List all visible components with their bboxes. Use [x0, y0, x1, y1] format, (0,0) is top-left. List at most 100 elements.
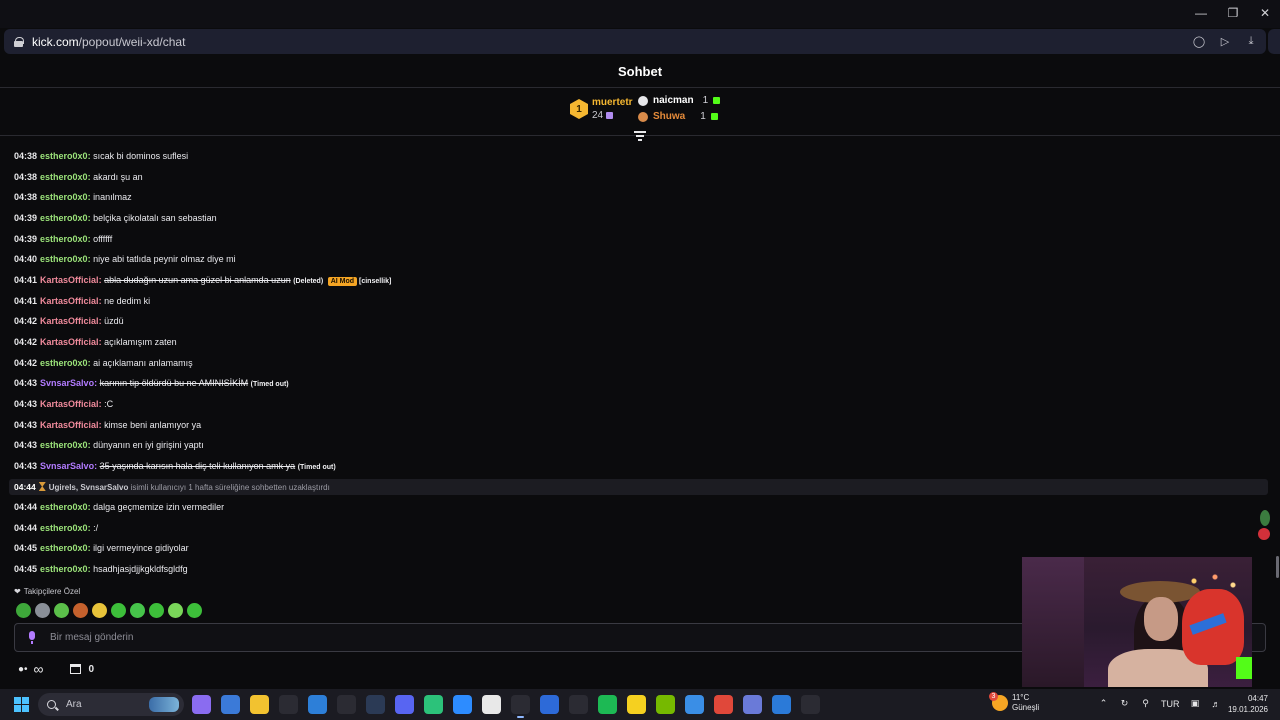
- taskbar-app-icon[interactable]: [569, 695, 588, 714]
- taskbar-app-icon[interactable]: [482, 695, 501, 714]
- send-button[interactable]: [1236, 657, 1252, 679]
- leaderboard-third-name[interactable]: Shuwa: [653, 111, 685, 122]
- volume-icon[interactable]: ♬: [1211, 698, 1222, 709]
- message-username[interactable]: esthero0x0: [40, 564, 88, 574]
- url-text[interactable]: kick.com/popout/weii-xd/chat: [32, 35, 185, 49]
- message-username[interactable]: esthero0x0: [40, 234, 88, 244]
- taskbar-app-icon[interactable]: [801, 695, 820, 714]
- weather-widget[interactable]: 3 11°C Güneşli: [989, 692, 1040, 713]
- sync-icon[interactable]: ↻: [1119, 698, 1130, 709]
- lock-icon[interactable]: [14, 36, 24, 47]
- address-bar[interactable]: kick.com/popout/weii-xd/chat ◯ ▷ ⤓: [4, 29, 1266, 54]
- emote-icon[interactable]: [111, 603, 126, 618]
- taskbar-app-icon[interactable]: [192, 695, 211, 714]
- leaderboard-second[interactable]: naicman 1: [638, 95, 721, 106]
- leaderboard-first[interactable]: 1 muertetr 24: [570, 97, 633, 121]
- taskbar-apps: [192, 695, 820, 718]
- settings-dots-icon[interactable]: ●•: [18, 664, 28, 675]
- taskbar-app-icon[interactable]: [627, 695, 646, 714]
- emote-icon[interactable]: [130, 603, 145, 618]
- message-time: 04:39: [14, 233, 38, 244]
- chat-message: 04:42 esthero0x0: ai açıklamanı anlamamış: [14, 353, 193, 373]
- taskbar-app-icon[interactable]: [656, 695, 675, 714]
- message-username[interactable]: esthero0x0: [40, 502, 88, 512]
- message-username[interactable]: KartasOfficial: [40, 316, 99, 326]
- search-icon: [47, 700, 56, 709]
- leaderboard-first-name[interactable]: muertetr: [592, 97, 633, 108]
- message-username[interactable]: KartasOfficial: [40, 399, 99, 409]
- infinity-icon[interactable]: ∞: [34, 661, 44, 677]
- close-icon[interactable]: ✕: [1256, 4, 1274, 22]
- taskbar-app-icon[interactable]: [453, 695, 472, 714]
- taskbar-app-icon[interactable]: [337, 695, 356, 714]
- taskbar-app-icon[interactable]: [279, 695, 298, 714]
- system-text: isimli kullanıcıyı 1 hafta süreliğine so…: [130, 483, 330, 492]
- emote-icon[interactable]: [149, 603, 164, 618]
- taskbar-app-icon[interactable]: [598, 695, 617, 714]
- microphone-icon[interactable]: [28, 631, 36, 644]
- channel-points[interactable]: 0: [89, 664, 95, 675]
- message-username[interactable]: esthero0x0: [40, 172, 88, 182]
- floating-video-player[interactable]: [1022, 557, 1252, 687]
- chat-input[interactable]: [50, 632, 950, 643]
- chevron-up-icon[interactable]: ⌃: [1098, 698, 1109, 709]
- taskbar-app-icon[interactable]: [250, 695, 269, 714]
- message-text: ilgi vermeyince gidiyolar: [93, 543, 189, 554]
- message-username[interactable]: esthero0x0: [40, 213, 88, 223]
- taskbar-clock[interactable]: 04:47 19.01.2026: [1226, 693, 1268, 715]
- system-names[interactable]: Ugirels, SvnsarSalvo: [49, 483, 129, 492]
- message-username[interactable]: esthero0x0: [40, 192, 88, 202]
- message-text: abla dudağın uzun ama güzel bi anlamda u…: [104, 275, 291, 286]
- play-icon[interactable]: ▷: [1218, 34, 1232, 48]
- chat-message: 04:42 KartasOfficial: üzdü: [14, 311, 124, 331]
- taskbar-app-icon[interactable]: [366, 695, 385, 714]
- collapse-leaderboard-icon[interactable]: [634, 131, 646, 141]
- emote-icon[interactable]: [73, 603, 88, 618]
- chat-header: Sohbet: [0, 56, 1280, 88]
- language-indicator[interactable]: TUR: [1161, 699, 1180, 709]
- emote-icon[interactable]: [187, 603, 202, 618]
- restore-icon[interactable]: ❐: [1224, 4, 1242, 22]
- emote-icon[interactable]: [168, 603, 183, 618]
- weather-desc: Güneşli: [1012, 703, 1040, 712]
- emote-icon[interactable]: [92, 603, 107, 618]
- taskbar-search[interactable]: Ara: [38, 693, 184, 716]
- download-icon[interactable]: ⤓: [1244, 34, 1258, 48]
- sidebar-toggle[interactable]: [1268, 29, 1280, 54]
- message-username[interactable]: KartasOfficial: [40, 275, 99, 285]
- taskbar-app-icon[interactable]: [772, 695, 791, 714]
- message-username[interactable]: SvnsarSalvo: [40, 378, 94, 388]
- taskbar-app-icon[interactable]: [714, 695, 733, 714]
- taskbar-app-icon[interactable]: [685, 695, 704, 714]
- emote-icon[interactable]: [16, 603, 31, 618]
- message-username[interactable]: esthero0x0: [40, 543, 88, 553]
- emote-icon[interactable]: [35, 603, 50, 618]
- message-username[interactable]: KartasOfficial: [40, 420, 99, 430]
- message-text: ne dedim ki: [104, 295, 151, 306]
- message-username[interactable]: esthero0x0: [40, 358, 88, 368]
- scrollbar-thumb[interactable]: [1276, 556, 1279, 578]
- leaderboard-third[interactable]: Shuwa 1: [638, 111, 720, 122]
- message-username[interactable]: KartasOfficial: [40, 337, 99, 347]
- message-username[interactable]: esthero0x0: [40, 151, 88, 161]
- message-username[interactable]: esthero0x0: [40, 440, 88, 450]
- taskbar-app-icon[interactable]: [540, 695, 559, 714]
- store-icon[interactable]: [69, 664, 81, 674]
- message-username[interactable]: esthero0x0: [40, 254, 88, 264]
- taskbar-app-icon[interactable]: [743, 695, 762, 714]
- taskbar-app-icon[interactable]: [395, 695, 414, 714]
- emote-icon[interactable]: [54, 603, 69, 618]
- leaderboard-second-name[interactable]: naicman: [653, 95, 694, 106]
- windows-start-icon[interactable]: [14, 697, 29, 712]
- taskbar-app-icon[interactable]: [511, 695, 530, 718]
- message-username[interactable]: SvnsarSalvo: [40, 461, 94, 471]
- taskbar-app-icon[interactable]: [424, 695, 443, 714]
- minimize-icon[interactable]: —: [1192, 4, 1210, 22]
- microphone-tray-icon[interactable]: ⚲: [1140, 698, 1151, 709]
- monitor-icon[interactable]: ▣: [1190, 698, 1201, 709]
- message-username[interactable]: esthero0x0: [40, 523, 88, 533]
- taskbar-app-icon[interactable]: [308, 695, 327, 714]
- message-username[interactable]: KartasOfficial: [40, 296, 99, 306]
- shield-icon[interactable]: ◯: [1192, 34, 1206, 48]
- taskbar-app-icon[interactable]: [221, 695, 240, 714]
